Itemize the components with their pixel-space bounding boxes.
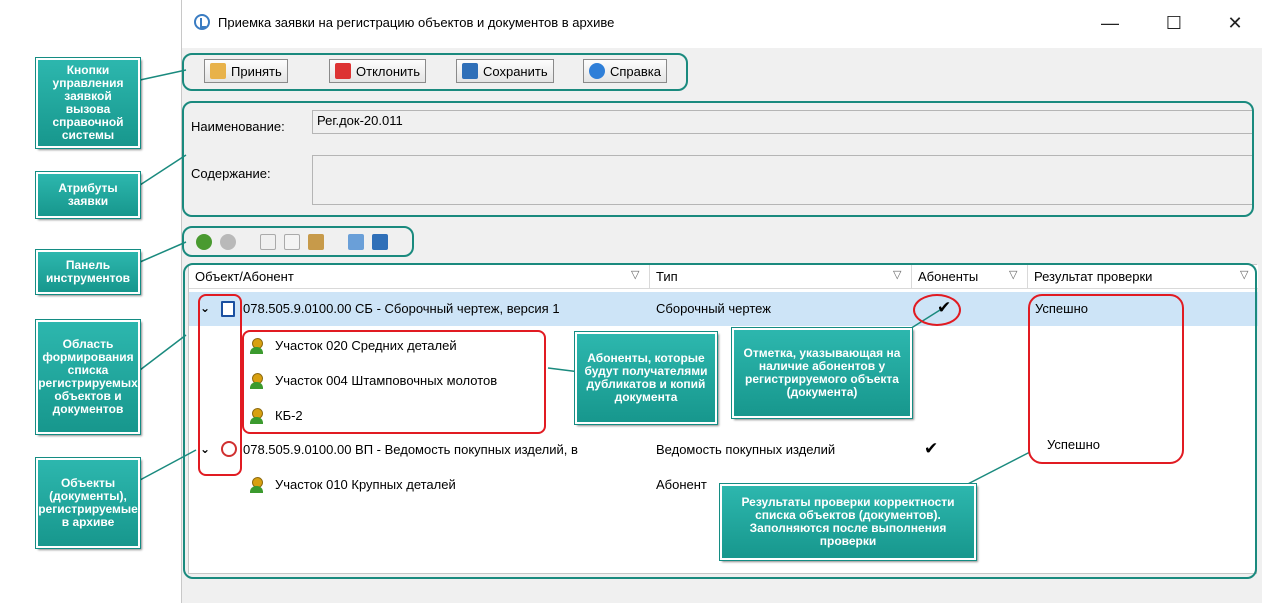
app-logo-icon bbox=[194, 14, 210, 30]
close-button[interactable]: ✕ bbox=[1213, 8, 1257, 38]
callout-area: Область формирования списка регистрируем… bbox=[35, 319, 141, 435]
highlight-panel bbox=[182, 226, 414, 257]
window-title: Приемка заявки на регистрацию объектов и… bbox=[218, 15, 615, 30]
callout-results: Результаты проверки корректности списка … bbox=[719, 483, 977, 561]
callout-objects: Объекты (документы), регистрируемые в ар… bbox=[35, 457, 141, 549]
status-bar bbox=[182, 578, 1262, 603]
callout-subscribers: Абоненты, которые будут получателями дуб… bbox=[574, 331, 718, 425]
screen: Приемка заявки на регистрацию объектов и… bbox=[0, 0, 1262, 603]
highlight-mark bbox=[913, 294, 961, 326]
highlight-objects bbox=[198, 294, 242, 476]
callout-mark: Отметка, указывающая на наличие абоненто… bbox=[731, 327, 913, 419]
highlight-attributes bbox=[182, 101, 1254, 217]
callout-attributes: Атрибуты заявки bbox=[35, 171, 141, 219]
maximize-button[interactable]: ☐ bbox=[1152, 8, 1196, 38]
callout-panel: Панель инструментов bbox=[35, 249, 141, 295]
highlight-toolbar bbox=[182, 53, 688, 91]
title-bar: Приемка заявки на регистрацию объектов и… bbox=[182, 0, 1262, 48]
minimize-button[interactable]: — bbox=[1088, 8, 1132, 38]
callout-buttons: Кнопки управления заявкой вызова справоч… bbox=[35, 57, 141, 149]
highlight-subscribers bbox=[242, 330, 546, 434]
highlight-results bbox=[1028, 294, 1184, 464]
